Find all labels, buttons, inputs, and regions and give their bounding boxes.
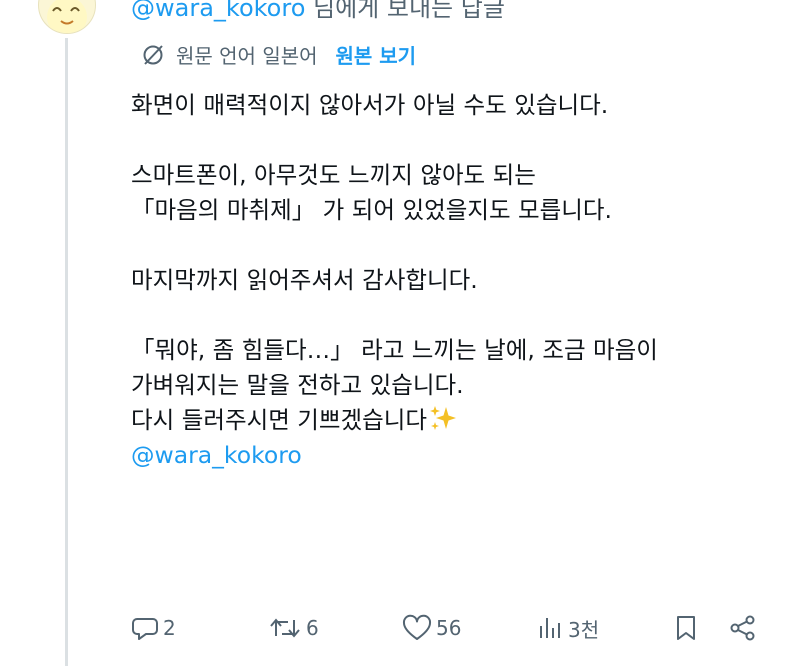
reply-to-line: @wara_kokoro 님에게 보내는 답글 — [131, 0, 505, 23]
views-count: 3천 — [568, 617, 600, 642]
tweet-line-last: 다시 들러주시면 기쁘겠습니다 — [131, 403, 658, 438]
repost-icon — [268, 614, 302, 642]
tweet-mention-link[interactable]: @wara_kokoro — [131, 438, 658, 473]
like-count: 56 — [436, 616, 462, 640]
repost-count: 6 — [306, 616, 319, 640]
translation-row: 원문 언어 일본어 원본 보기 — [140, 40, 416, 69]
translate-icon — [140, 42, 166, 68]
translation-label: 원문 언어 일본어 — [176, 44, 318, 68]
reply-to-suffix: 님에게 보내는 답글 — [305, 0, 505, 22]
views-button[interactable]: 3천 — [536, 608, 599, 648]
repost-button[interactable]: 6 — [268, 608, 319, 648]
tweet-line: 「뭐야, 좀 힘들다…」 라고 느끼는 날에, 조금 마음이 — [131, 336, 658, 364]
bookmark-icon — [672, 614, 700, 642]
tweet-line-text: 다시 들러주시면 기쁘겠습니다 — [131, 406, 427, 434]
avatar[interactable] — [38, 0, 96, 34]
views-icon — [536, 614, 564, 642]
like-icon — [402, 614, 432, 642]
thread-line — [65, 38, 68, 666]
tweet-line: 가벼워지는 말을 전하고 있습니다. — [131, 371, 464, 399]
reply-icon — [131, 614, 159, 642]
tweet-line: 「마음의 마취제」 가 되어 있었을지도 모릅니다. — [131, 196, 612, 224]
tweet-line: 스마트폰이, 아무것도 느끼지 않아도 되는 — [131, 161, 536, 189]
show-original-link[interactable]: 원본 보기 — [336, 40, 417, 69]
bookmark-button[interactable] — [672, 608, 700, 648]
share-button[interactable] — [729, 608, 757, 648]
reply-to-mention[interactable]: @wara_kokoro — [131, 0, 305, 22]
tweet-line: 화면이 매력적이지 않아서가 아닐 수도 있습니다. — [131, 91, 609, 119]
reply-button[interactable]: 2 — [131, 608, 176, 648]
tweet-text: 화면이 매력적이지 않아서가 아닐 수도 있습니다. 스마트폰이, 아무것도 느… — [131, 88, 658, 473]
tweet-line: 마지막까지 읽어주셔서 감사합니다. — [131, 266, 478, 294]
share-icon — [729, 614, 757, 642]
sparkles-icon — [429, 404, 457, 442]
reply-count: 2 — [163, 616, 176, 640]
like-button[interactable]: 56 — [402, 608, 461, 648]
action-bar: 2 6 56 3천 — [131, 608, 765, 648]
